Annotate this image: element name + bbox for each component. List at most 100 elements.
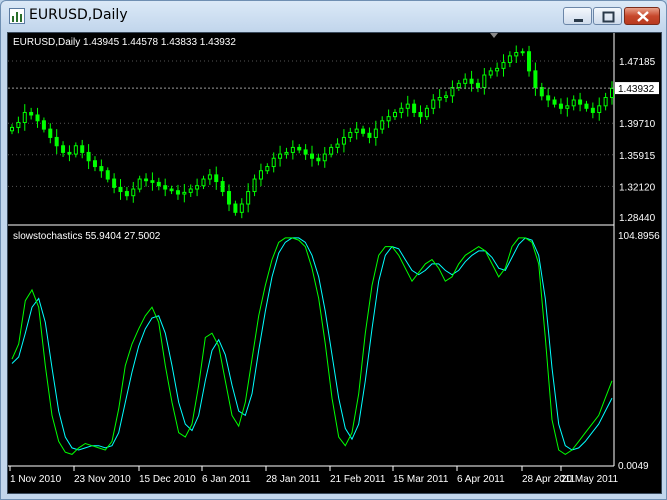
candle-body: [546, 95, 551, 101]
chart-area[interactable]: EURUSD,Daily 1.43945 1.44578 1.43833 1.4…: [7, 32, 662, 494]
candle-body: [29, 111, 34, 116]
title-bar[interactable]: EURUSD,Daily: [1, 1, 666, 31]
candle-body: [310, 153, 314, 159]
maximize-icon: [602, 11, 615, 23]
candle-body: [488, 70, 493, 76]
time-label: 1 Nov 2010: [10, 474, 62, 485]
price-level-label: 1.39710: [619, 119, 656, 130]
chart-shift-marker[interactable]: [490, 33, 498, 38]
candle-body: [73, 145, 78, 155]
candle-body: [92, 160, 97, 168]
candle-body: [424, 107, 429, 118]
candle-body: [482, 74, 487, 89]
time-label: 15 Mar 2011: [393, 474, 449, 485]
candle-body: [105, 170, 110, 180]
candle-body: [527, 51, 532, 72]
candle-body: [578, 99, 583, 105]
time-label: 15 Dec 2010: [139, 474, 196, 485]
chart-canvas: EURUSD,Daily 1.43945 1.44578 1.43833 1.4…: [8, 33, 660, 485]
candle-body: [233, 203, 238, 213]
candle-body: [67, 151, 72, 155]
candle-body: [297, 146, 302, 151]
candle-body: [284, 151, 289, 155]
candle-body: [520, 51, 525, 54]
indicator-scale-min: 0.0049: [618, 461, 649, 472]
candle-body: [444, 95, 449, 98]
candle-body: [322, 153, 327, 162]
candle-body: [112, 178, 117, 188]
candle-body: [99, 166, 104, 172]
candle-body: [80, 145, 85, 153]
candle-body: [144, 178, 149, 182]
minimize-icon: [574, 19, 583, 22]
mt4-chart-window: EURUSD,Daily EURUSD,Daily 1.43945 1.4457…: [0, 0, 667, 500]
candle-body: [418, 111, 423, 118]
candle-body: [156, 181, 161, 187]
candle-body: [552, 99, 557, 105]
candle-body: [16, 121, 21, 128]
candle-body: [412, 103, 417, 113]
indicator-scale[interactable]: 104.8956 0.0049: [618, 231, 660, 472]
candle-body: [558, 103, 563, 109]
candle-body: [124, 191, 129, 197]
price-scale[interactable]: 1.47185 1.39710 1.35915 1.32120 1.28440 …: [615, 57, 659, 224]
candle-body: [131, 188, 136, 197]
candle-body: [501, 62, 506, 69]
price-candles: [10, 45, 614, 219]
minimize-button[interactable]: [563, 7, 592, 25]
time-scale[interactable]: 1 Nov 2010 23 Nov 2010 15 Dec 2010 6 Jan…: [10, 474, 619, 485]
candle-body: [348, 131, 353, 138]
time-label: 20 May 2011: [561, 474, 619, 485]
candle-body: [22, 111, 27, 123]
candle-body: [380, 120, 385, 130]
candle-body: [354, 128, 359, 133]
candle-body: [150, 180, 155, 183]
candle-body: [239, 203, 244, 213]
chart-window-icon: [9, 8, 25, 24]
candle-body: [597, 105, 602, 113]
price-panel-info: EURUSD,Daily 1.43945 1.44578 1.43833 1.4…: [13, 37, 236, 48]
candle-body: [86, 151, 91, 162]
candle-body: [35, 114, 40, 122]
candle-body: [303, 149, 308, 155]
candle-body: [188, 188, 193, 193]
indicator-panel-info: slowstochastics 55.9404 27.5002: [13, 231, 161, 242]
candle-body: [431, 99, 436, 109]
candle-body: [603, 96, 608, 107]
candle-body: [539, 87, 544, 97]
maximize-button[interactable]: [593, 7, 622, 25]
candle-body: [367, 132, 372, 138]
candle-body: [137, 178, 142, 190]
candle-body: [227, 191, 232, 205]
candle-body: [565, 105, 570, 109]
candle-body: [201, 178, 206, 187]
candle-body: [61, 145, 66, 153]
candle-body: [220, 181, 225, 193]
close-button[interactable]: [624, 7, 660, 25]
candle-body: [463, 78, 468, 84]
candle-body: [163, 185, 168, 190]
candle-body: [214, 174, 219, 183]
candle-body: [335, 143, 340, 148]
indicator-scale-max: 104.8956: [618, 231, 660, 242]
candle-body: [10, 126, 14, 132]
candle-body: [329, 146, 334, 155]
candle-body: [169, 188, 174, 192]
current-price-label: 1.43932: [618, 84, 655, 95]
candle-body: [399, 107, 404, 113]
candle-body: [341, 136, 346, 145]
candle-body: [507, 55, 512, 64]
time-label: 6 Apr 2011: [457, 474, 505, 485]
candle-body: [590, 107, 595, 113]
candle-body: [290, 146, 295, 153]
candle-body: [246, 191, 251, 205]
candle-body: [495, 67, 500, 72]
candle-body: [392, 111, 397, 118]
candle-body: [469, 78, 474, 84]
candle-body: [182, 191, 187, 195]
close-icon: [637, 11, 649, 22]
candle-body: [386, 116, 391, 122]
candle-body: [514, 52, 519, 57]
candle-body: [571, 99, 576, 107]
candle-body: [48, 128, 53, 138]
